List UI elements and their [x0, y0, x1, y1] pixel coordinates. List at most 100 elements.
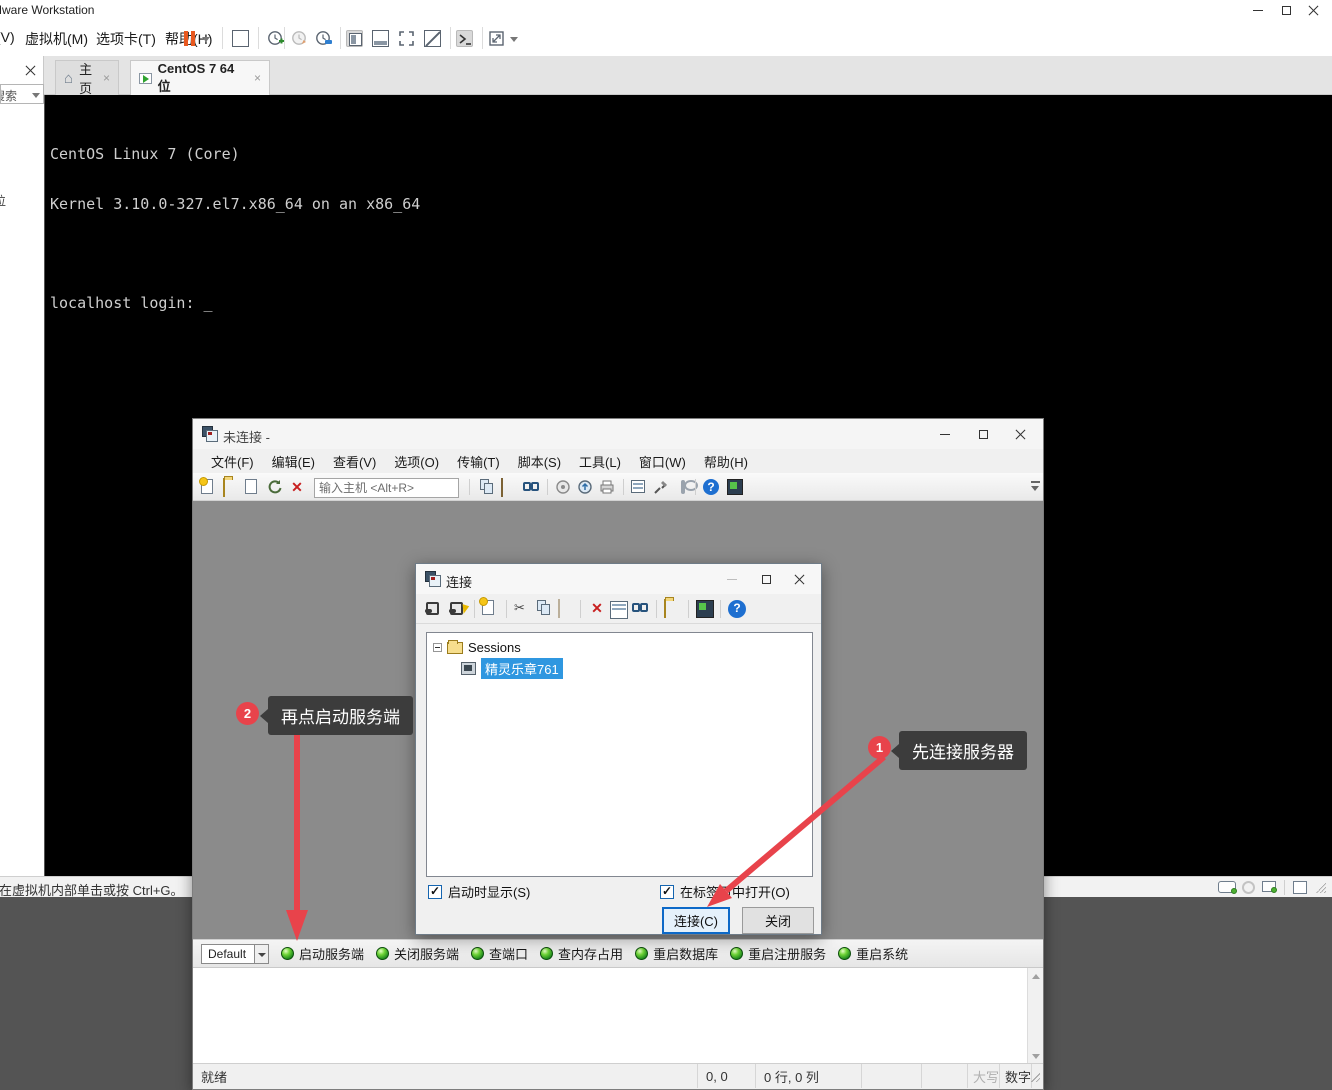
fit-dropdown-icon[interactable] — [510, 37, 518, 42]
quickbar-restart-system[interactable]: 重启系统 — [838, 944, 908, 963]
open-in-tab-checkbox[interactable]: 在标签页中打开(O) — [660, 882, 790, 901]
maximize-icon[interactable] — [749, 564, 783, 594]
close-icon[interactable] — [1300, 0, 1328, 20]
profile-dropdown-icon[interactable] — [255, 944, 269, 964]
library-tree[interactable]: 位 — [0, 104, 44, 876]
fit-guest-icon[interactable] — [488, 30, 505, 47]
collapse-icon[interactable] — [433, 643, 442, 652]
maximize-icon[interactable] — [1272, 0, 1300, 20]
menu-edit[interactable]: 编辑(E) — [264, 449, 323, 474]
tab-close-icon[interactable]: × — [103, 71, 110, 85]
host-input[interactable] — [314, 478, 459, 498]
help-icon[interactable]: ? — [703, 479, 719, 495]
session-label-selected[interactable]: 精灵乐章761 — [481, 658, 563, 679]
close-sidebar-icon[interactable] — [26, 62, 36, 80]
menu-script[interactable]: 脚本(S) — [510, 449, 569, 474]
harddisk-status-icon[interactable] — [1218, 881, 1236, 893]
scrollbar[interactable] — [1027, 968, 1043, 1064]
close-icon[interactable] — [1003, 419, 1039, 449]
delete-icon[interactable]: ✕ — [588, 600, 606, 618]
maximize-icon[interactable] — [965, 419, 1001, 449]
quickbar-stop-server[interactable]: 关闭服务端 — [376, 944, 459, 963]
properties-icon[interactable] — [610, 601, 628, 619]
menu-transfer[interactable]: 传输(T) — [449, 449, 508, 474]
menu-view-partial[interactable]: (V) — [0, 29, 15, 45]
tab-centos-vm[interactable]: CentOS 7 64 位 × — [130, 60, 270, 95]
minimize-icon[interactable] — [927, 419, 963, 449]
quickbar-check-memory[interactable]: 查内存占用 — [540, 944, 623, 963]
network-status-icon[interactable] — [1262, 881, 1276, 892]
connect-session-icon[interactable] — [426, 602, 439, 615]
show-thumbnail-bar-icon[interactable] — [372, 30, 389, 47]
cdrom-status-icon[interactable] — [1242, 881, 1255, 894]
tab-home[interactable]: ⌂ 主页 × — [55, 60, 119, 95]
console-view-icon[interactable] — [456, 30, 473, 47]
tab-close-icon[interactable]: × — [254, 71, 261, 85]
minimize-icon[interactable] — [1244, 0, 1272, 20]
session-row[interactable]: 精灵乐章761 — [461, 658, 563, 679]
quick-connect-icon[interactable] — [450, 602, 463, 615]
send-text-panel[interactable] — [193, 967, 1043, 1063]
quickbar-restart-database[interactable]: 重启数据库 — [635, 944, 718, 963]
quickbar-start-server[interactable]: 启动服务端 — [281, 944, 364, 963]
menu-view[interactable]: 查看(V) — [325, 449, 384, 474]
quickbar-profile-select[interactable]: Default — [201, 944, 255, 964]
unity-mode-icon[interactable] — [424, 30, 441, 47]
help-icon[interactable]: ? — [728, 600, 746, 618]
menu-file[interactable]: 文件(F) — [203, 449, 262, 474]
close-button[interactable]: 关闭 — [742, 907, 814, 934]
tree-root-row[interactable]: Sessions — [433, 640, 521, 655]
paste-icon[interactable] — [501, 479, 517, 495]
properties-icon[interactable] — [631, 480, 645, 493]
tree-root-label[interactable]: Sessions — [468, 640, 521, 655]
library-search-box[interactable]: 搜索 — [0, 84, 44, 104]
sessions-tree[interactable]: Sessions 精灵乐章761 — [426, 632, 813, 877]
suspend-dropdown-icon[interactable] — [202, 37, 210, 42]
menu-tabs[interactable]: 选项卡(T) — [96, 29, 156, 49]
new-session-icon[interactable] — [201, 479, 213, 494]
zmodem-upload-icon[interactable] — [577, 479, 593, 495]
duplicate-session-icon[interactable] — [245, 479, 257, 494]
key-agent-icon[interactable] — [681, 480, 685, 494]
find-icon[interactable] — [632, 600, 650, 618]
reconnect-icon[interactable] — [267, 479, 283, 495]
log-session-icon[interactable] — [555, 479, 571, 495]
cut-icon[interactable]: ✂ — [514, 600, 532, 618]
fullscreen-icon[interactable] — [398, 30, 415, 47]
quickbar-restart-registry[interactable]: 重启注册服务 — [730, 944, 826, 963]
session-manager-icon[interactable] — [696, 600, 714, 618]
input-hint-text: 请在虚拟机内部单击或按 Ctrl+G。 — [0, 880, 184, 899]
copy-icon[interactable] — [536, 600, 554, 618]
menu-tools[interactable]: 工具(L) — [571, 449, 629, 474]
color-scheme-icon[interactable] — [727, 479, 743, 495]
scroll-up-icon[interactable] — [1028, 968, 1044, 984]
options-icon[interactable] — [653, 479, 669, 495]
show-on-startup-checkbox[interactable]: 启动时显示(S) — [428, 882, 530, 901]
search-dropdown-icon[interactable] — [32, 93, 40, 98]
revert-snapshot-icon[interactable] — [291, 30, 308, 47]
toolbar-overflow-icon[interactable] — [1031, 481, 1040, 493]
show-library-icon[interactable] — [346, 30, 363, 47]
send-ctrl-alt-del-icon[interactable] — [232, 30, 249, 47]
open-session-icon[interactable] — [223, 479, 239, 495]
menu-vm[interactable]: 虚拟机(M) — [25, 29, 88, 49]
checkbox-checked-icon[interactable] — [428, 885, 442, 899]
menu-options[interactable]: 选项(O) — [386, 449, 447, 474]
close-icon[interactable] — [783, 564, 817, 594]
menu-window[interactable]: 窗口(W) — [631, 449, 694, 474]
menu-help[interactable]: 帮助(H) — [696, 449, 756, 474]
new-session-icon[interactable] — [482, 600, 500, 618]
resize-grip[interactable] — [1030, 1072, 1040, 1082]
take-snapshot-icon[interactable] — [267, 30, 284, 47]
suspend-vm-icon[interactable] — [184, 31, 195, 46]
connect-button[interactable]: 连接(C) — [662, 907, 730, 934]
resize-grip[interactable] — [1316, 883, 1326, 893]
disconnect-icon[interactable]: ✕ — [289, 479, 305, 495]
new-folder-icon[interactable] — [664, 600, 682, 618]
message-log-icon[interactable] — [1293, 881, 1307, 894]
checkbox-checked-icon[interactable] — [660, 885, 674, 899]
print-icon[interactable] — [599, 479, 615, 495]
quickbar-check-port[interactable]: 查端口 — [471, 944, 528, 963]
snapshot-manager-icon[interactable] — [315, 30, 332, 47]
scroll-down-icon[interactable] — [1028, 1048, 1044, 1064]
